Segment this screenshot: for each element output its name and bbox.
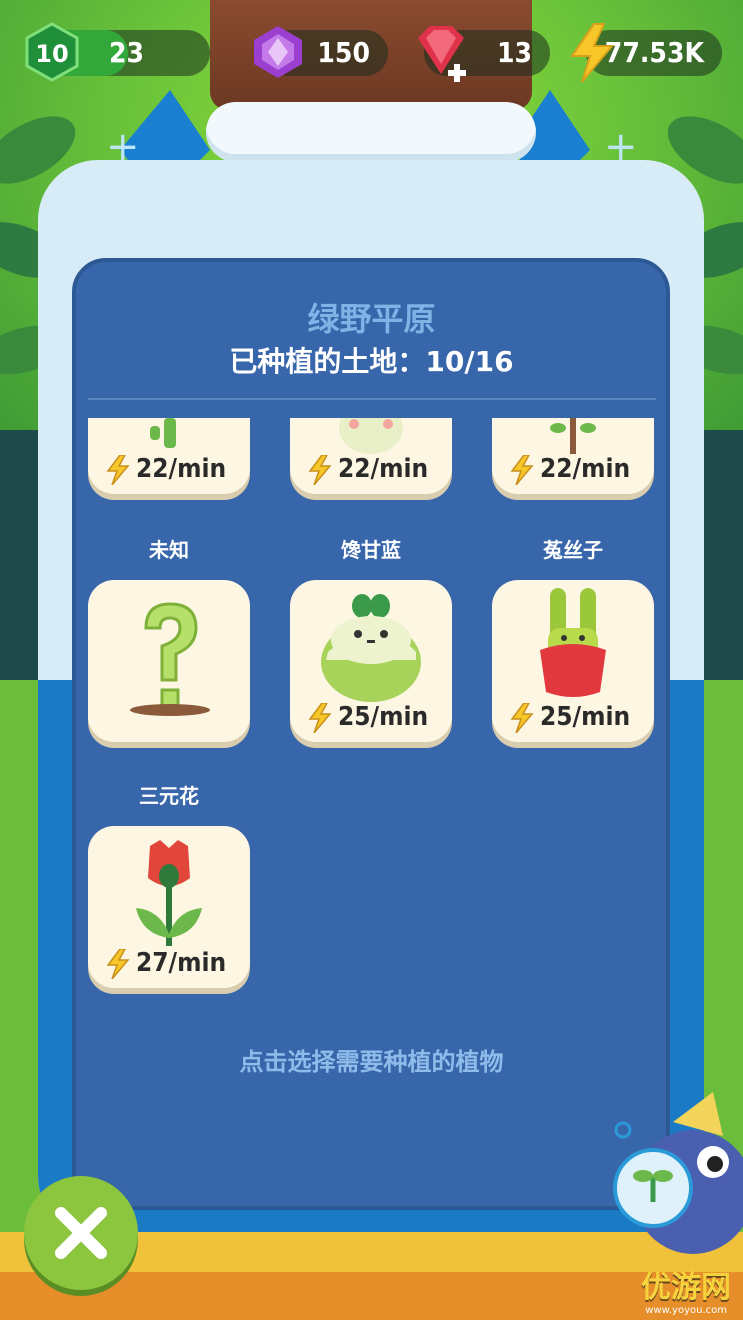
lightning-bolt-icon <box>106 948 130 979</box>
dodder-icon <box>540 588 606 697</box>
tulip-icon <box>136 840 202 946</box>
plant-rate: 22/min <box>308 452 428 486</box>
watermark-url: www.yoyou.com <box>645 1305 727 1316</box>
plant-name: 未知 <box>149 538 189 562</box>
plant-card[interactable]: 27/min <box>88 826 250 988</box>
close-icon <box>55 1207 107 1259</box>
plant-rate: 22/min <box>106 452 226 486</box>
lightning-bolt-icon <box>308 454 332 485</box>
plant-name: 三元花 <box>139 784 199 808</box>
plant-card[interactable]: 25/min <box>492 580 654 742</box>
ruby-count: 13 <box>496 36 532 69</box>
sapling-icon <box>550 418 596 454</box>
plant-name: 菟丝子 <box>543 538 603 562</box>
lightning-bolt-icon <box>510 702 534 733</box>
gem-count: 150 <box>317 36 370 69</box>
plant-rate: 25/min <box>308 700 428 734</box>
plant-card[interactable]: 22/min <box>492 418 654 494</box>
close-button[interactable] <box>24 1176 138 1290</box>
question-mark-icon <box>130 602 210 716</box>
plant-card[interactable]: 22/min <box>88 418 250 494</box>
lightning-bolt-icon <box>570 23 615 83</box>
cactus-icon <box>150 418 176 448</box>
select-plant-hint: 点击选择需要种植的植物 <box>239 1048 504 1076</box>
cabbage-icon <box>321 594 421 702</box>
level-badge-icon: 10 <box>25 22 79 82</box>
lightning-bolt-icon <box>510 454 534 485</box>
plant-rate: 25/min <box>510 700 630 734</box>
purple-gem-icon <box>254 26 302 78</box>
plant-name: 馋甘蓝 <box>341 538 401 562</box>
mascot-creature-icon[interactable] <box>593 1092 743 1262</box>
region-title: 绿野平原 <box>307 300 436 338</box>
watermark-logo: 优游网 <box>641 1270 731 1305</box>
lightning-bolt-icon <box>308 702 332 733</box>
lightning-bolt-icon <box>106 454 130 485</box>
plant-card[interactable] <box>88 580 250 742</box>
level-progress-value: 23 <box>108 36 144 69</box>
ruby-add-icon[interactable] <box>408 22 474 88</box>
top-hud: 23 10 150 13 77.53K <box>0 18 743 88</box>
bottle-neck <box>206 102 536 162</box>
plant-card[interactable]: 25/min <box>290 580 452 742</box>
plant-rate: 22/min <box>510 452 630 486</box>
plant-grid[interactable]: 22/min 22/min 22/min 未知 馋甘蓝 25/min 菟丝子 2… <box>80 418 664 1018</box>
plant-rate: 27/min <box>106 946 226 980</box>
plant-card[interactable]: 22/min <box>290 418 452 494</box>
header-divider <box>88 398 656 400</box>
planted-land-count: 已种植的土地：10/16 <box>229 345 514 378</box>
svg-text:10: 10 <box>35 40 68 68</box>
